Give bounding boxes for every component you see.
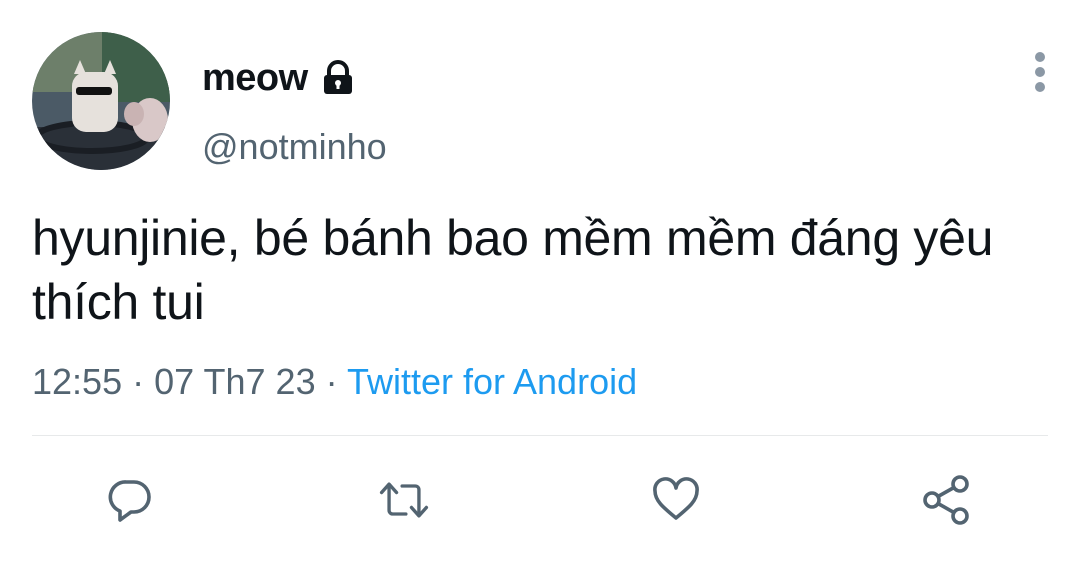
divider — [32, 435, 1048, 436]
display-name-text: meow — [202, 57, 308, 99]
lock-icon — [320, 60, 356, 96]
reply-button[interactable] — [102, 472, 158, 528]
share-icon — [923, 475, 969, 525]
tweet-source-link[interactable]: Twitter for Android — [347, 361, 637, 402]
display-name[interactable]: meow — [202, 54, 356, 102]
meta-separator: · — [325, 361, 338, 402]
like-button[interactable] — [648, 472, 704, 528]
retweet-button[interactable] — [376, 472, 432, 528]
heart-icon — [653, 477, 699, 520]
meta-separator: · — [132, 361, 145, 402]
user-handle[interactable]: @notminho — [202, 124, 387, 170]
reply-icon — [108, 480, 151, 522]
avatar[interactable] — [32, 32, 170, 170]
tweet-date: 07 Th7 23 — [154, 361, 316, 402]
tweet-card: meow @notminho hyunjinie, bé bánh bao mề… — [0, 0, 1080, 564]
more-vertical-icon[interactable] — [1022, 48, 1058, 98]
tweet-time: 12:55 — [32, 361, 123, 402]
avatar-image — [32, 32, 170, 170]
retweet-icon — [379, 482, 429, 518]
share-button[interactable] — [918, 472, 974, 528]
tweet-text: hyunjinie, bé bánh bao mềm mềm đáng yêu … — [32, 210, 994, 330]
tweet-meta: 12:55 · 07 Th7 23 · Twitter for Android — [32, 358, 637, 406]
